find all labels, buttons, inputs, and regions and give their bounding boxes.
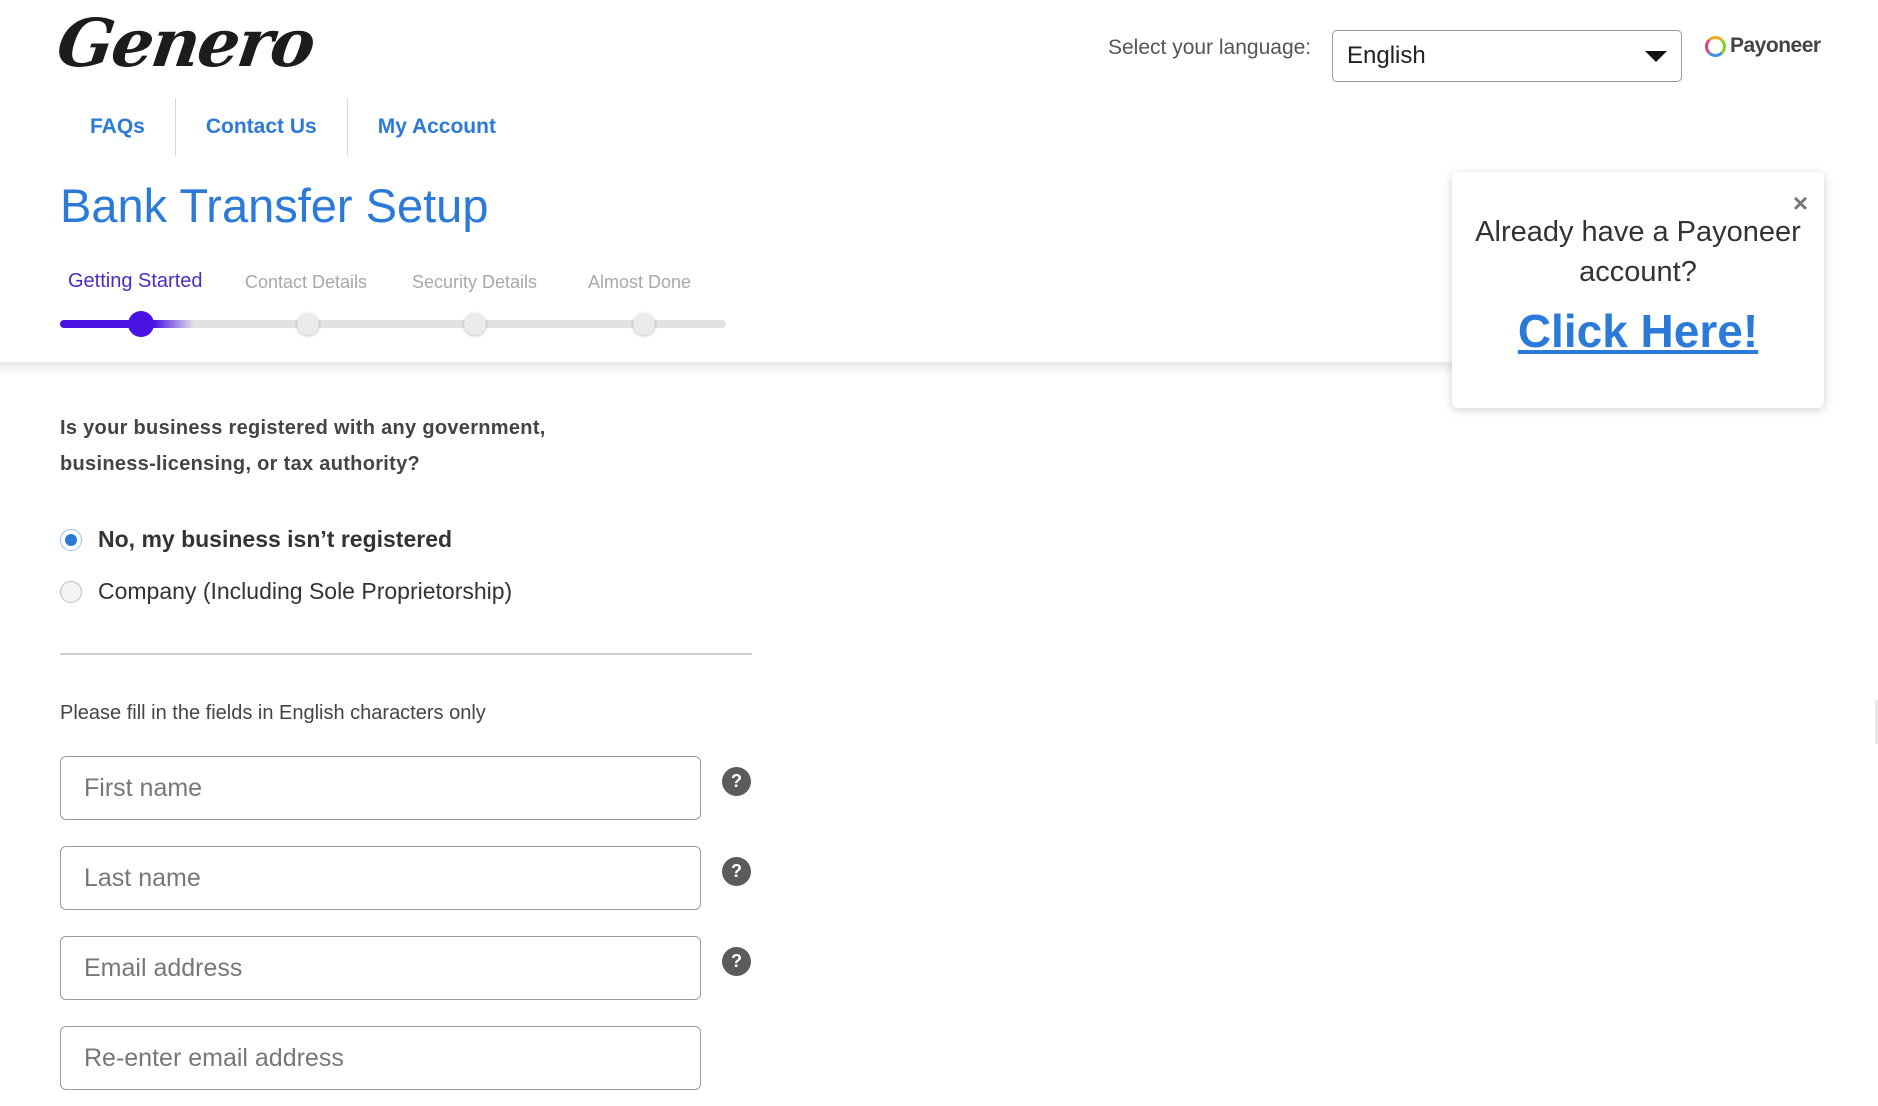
nav-faqs-link[interactable]: FAQs [60, 98, 175, 156]
header-shadow [0, 362, 1460, 376]
language-selected-value: English [1347, 42, 1426, 69]
step-marker-almost-done [633, 313, 655, 335]
genero-logo[interactable]: Genero [53, 4, 319, 82]
language-select[interactable]: English [1332, 30, 1682, 82]
radio-button[interactable] [60, 580, 82, 603]
close-icon[interactable]: × [1793, 190, 1808, 216]
payoneer-logo-text: Payoneer [1730, 34, 1821, 57]
step-marker-security-details [464, 313, 486, 335]
radio-company[interactable]: Company (Including Sole Proprietorship) [60, 578, 512, 605]
radio-dot [65, 533, 77, 546]
progress-fill [60, 320, 194, 328]
nav-contact-us-link[interactable]: Contact Us [174, 98, 347, 156]
last-name-field[interactable] [60, 846, 701, 910]
payoneer-ring-icon [1705, 35, 1726, 57]
page: Genero Select your language: English Pay… [0, 0, 1878, 1106]
language-label: Select your language: [1108, 36, 1312, 59]
popup-question: Already have a Payoneer account? [1475, 216, 1801, 288]
nav-my-account-link[interactable]: My Account [346, 98, 526, 156]
page-title: Bank Transfer Setup [60, 179, 489, 232]
step-security-details: Security Details [412, 272, 538, 292]
payoneer-logo: Payoneer [1705, 34, 1821, 58]
help-icon[interactable]: ? [722, 947, 751, 976]
click-here-link[interactable]: Click Here! [1518, 304, 1758, 358]
email-field[interactable] [60, 936, 701, 1000]
help-icon[interactable]: ? [722, 857, 751, 886]
confirm-email-field[interactable] [60, 1026, 701, 1090]
progress-steps: Getting Started Contact Details Security… [60, 270, 726, 337]
radio-company-label: Company (Including Sole Proprietorship) [98, 578, 513, 604]
step-getting-started: Getting Started [68, 270, 203, 292]
english-only-note: Please fill in the fields in English cha… [60, 702, 486, 724]
top-nav: FAQs Contact Us My Account [60, 98, 526, 156]
help-icon[interactable]: ? [722, 767, 751, 796]
section-divider [60, 653, 752, 655]
radio-not-registered[interactable]: No, my business isn’t registered [60, 526, 452, 553]
first-name-field[interactable] [60, 756, 701, 820]
step-almost-done: Almost Done [588, 272, 692, 292]
registration-question: Is your business registered with any gov… [60, 417, 546, 475]
radio-not-registered-label: No, my business isn’t registered [98, 526, 453, 552]
radio-button-checked[interactable] [60, 528, 82, 551]
payoneer-account-popup: × Already have a Payoneer account? Click… [1452, 172, 1824, 408]
chevron-down-icon [1645, 50, 1667, 62]
step-marker-getting-started [128, 311, 154, 337]
step-marker-contact-details [297, 313, 319, 335]
step-contact-details: Contact Details [245, 272, 368, 292]
